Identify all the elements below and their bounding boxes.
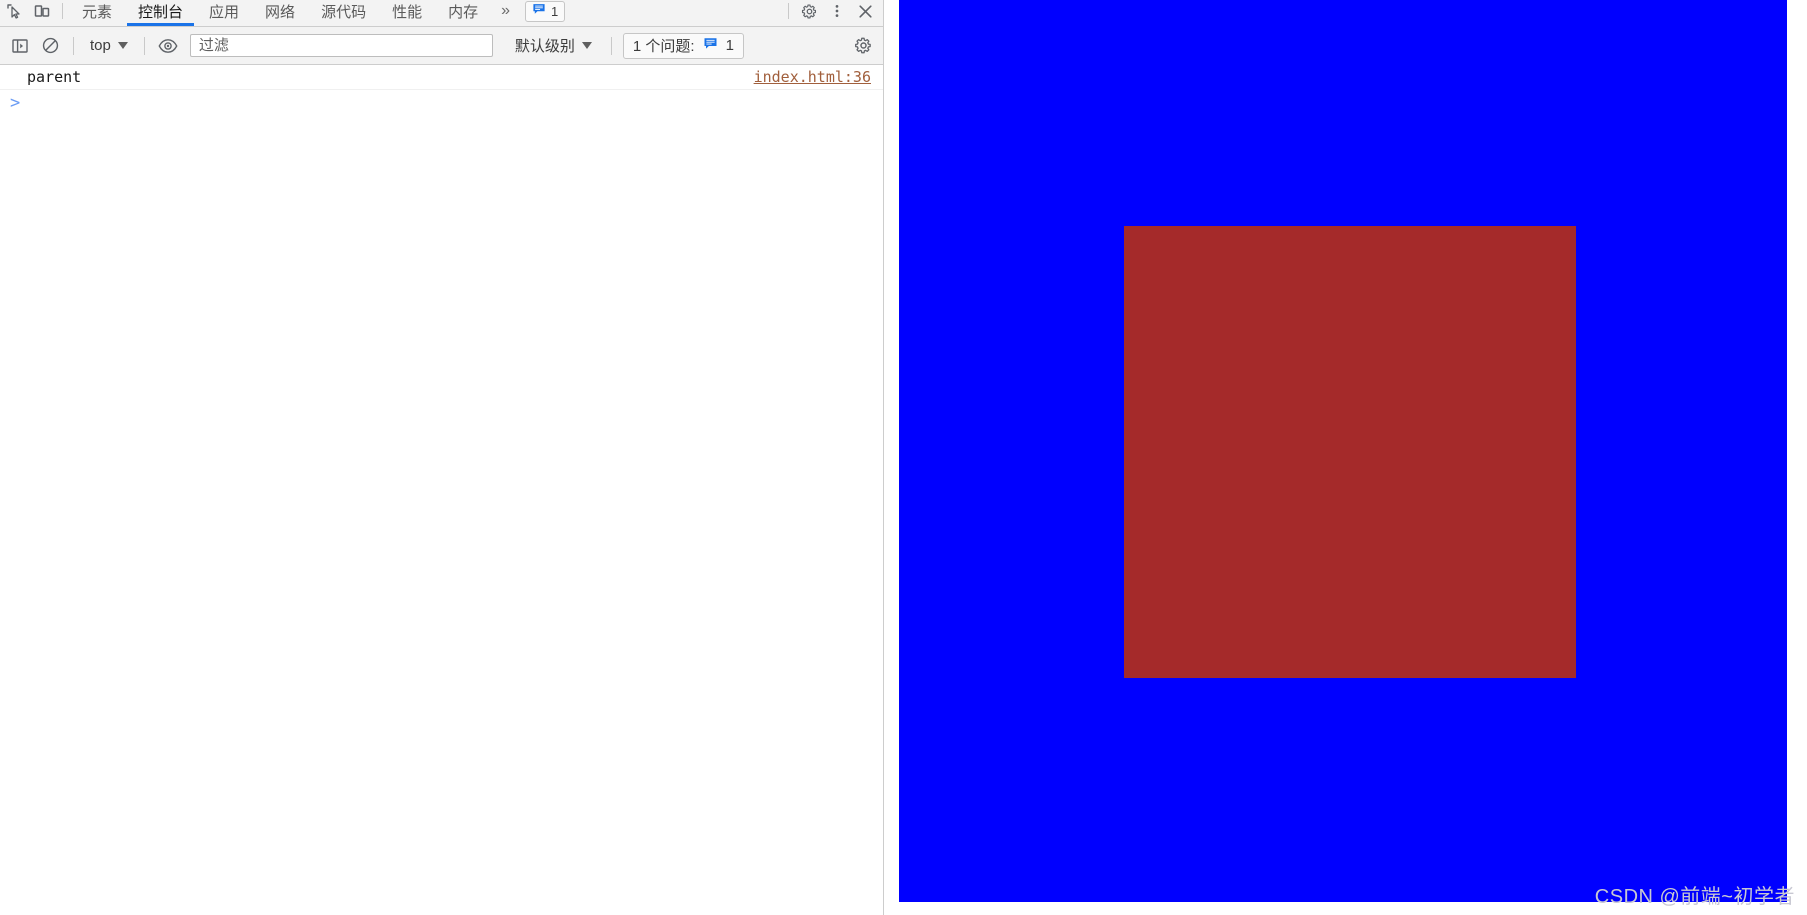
execution-context-select[interactable]: top (83, 34, 135, 58)
toolbar-divider-2 (143, 36, 145, 55)
tab-performance-label: 性能 (392, 3, 423, 21)
tabstrip-divider (62, 3, 63, 19)
tab-performance[interactable]: 性能 (379, 0, 435, 24)
console-settings-gear-icon[interactable] (849, 32, 877, 60)
live-expression-eye-icon[interactable] (154, 32, 182, 60)
console-message-source-link[interactable]: index.html:36 (754, 68, 871, 86)
toolbar-divider-1 (73, 36, 74, 55)
tab-sources[interactable]: 源代码 (308, 0, 379, 24)
tabstrip-issues-chip[interactable]: 1 (525, 0, 566, 22)
tab-console[interactable]: 控制台 (125, 0, 196, 26)
more-tabs-chevron-icon[interactable]: » (491, 0, 519, 24)
gear-icon[interactable] (795, 0, 823, 24)
console-toolbar: top 默认级别 1 个问题: (0, 27, 883, 65)
console-input-row[interactable]: > (0, 90, 883, 120)
message-badge-icon-2 (703, 36, 718, 55)
tab-elements[interactable]: 元素 (69, 0, 125, 24)
parent-blue-box (899, 0, 1787, 902)
console-filter-input[interactable] (189, 34, 493, 57)
tab-console-label: 控制台 (138, 3, 184, 21)
tab-sources-label: 源代码 (321, 3, 367, 21)
rendered-page-viewport: CSDN @前端~初学者 (884, 0, 1807, 915)
chevron-down-icon (117, 42, 128, 49)
log-level-label: 默认级别 (514, 38, 575, 55)
child-red-box (1124, 226, 1576, 678)
issues-label: 1 个问题: (632, 38, 695, 55)
close-icon[interactable] (851, 0, 879, 24)
device-toolbar-icon[interactable] (28, 0, 56, 24)
console-message-text: parent (27, 68, 82, 86)
tabstrip-issues-count: 1 (551, 3, 559, 19)
tab-elements-label: 元素 (82, 3, 113, 21)
screen-root: 元素 控制台 应用 网络 源代码 性能 内存 » 1 top 过滤 默认级别 1… (0, 0, 1807, 915)
chevron-down-icon-2 (581, 42, 592, 49)
csdn-watermark: CSDN @前端~初学者 (1594, 886, 1795, 908)
tabstrip-divider-2 (788, 3, 789, 19)
devtools-panel: 元素 控制台 应用 网络 源代码 性能 内存 » 1 top 过滤 默认级别 1… (0, 0, 884, 915)
clear-console-icon[interactable] (36, 32, 64, 60)
tab-application[interactable]: 应用 (196, 0, 252, 24)
prompt-chevron-icon: > (10, 93, 21, 113)
toolbar-divider-3 (610, 36, 612, 55)
message-badge-icon (532, 2, 546, 21)
inspect-element-icon[interactable] (0, 0, 28, 24)
execution-context-label: top (90, 37, 111, 54)
console-sidebar-icon[interactable] (6, 32, 34, 60)
tab-memory-label: 内存 (448, 3, 479, 21)
devtools-tabstrip: 元素 控制台 应用 网络 源代码 性能 内存 » 1 (0, 0, 883, 27)
console-prompt-input[interactable] (26, 95, 871, 113)
kebab-menu-icon[interactable] (823, 0, 851, 24)
tab-network-label: 网络 (265, 3, 296, 21)
log-level-select[interactable]: 默认级别 (505, 34, 602, 58)
issues-status-bar[interactable]: 1 个问题: 1 (622, 32, 744, 59)
console-message-row[interactable]: parent index.html:36 (0, 65, 883, 90)
tab-network[interactable]: 网络 (252, 0, 308, 24)
more-tabs-label: » (501, 2, 510, 19)
issues-count: 1 (725, 37, 734, 54)
tab-application-label: 应用 (209, 3, 240, 21)
console-output: parent index.html:36 > (0, 65, 883, 915)
tab-memory[interactable]: 内存 (435, 0, 491, 24)
